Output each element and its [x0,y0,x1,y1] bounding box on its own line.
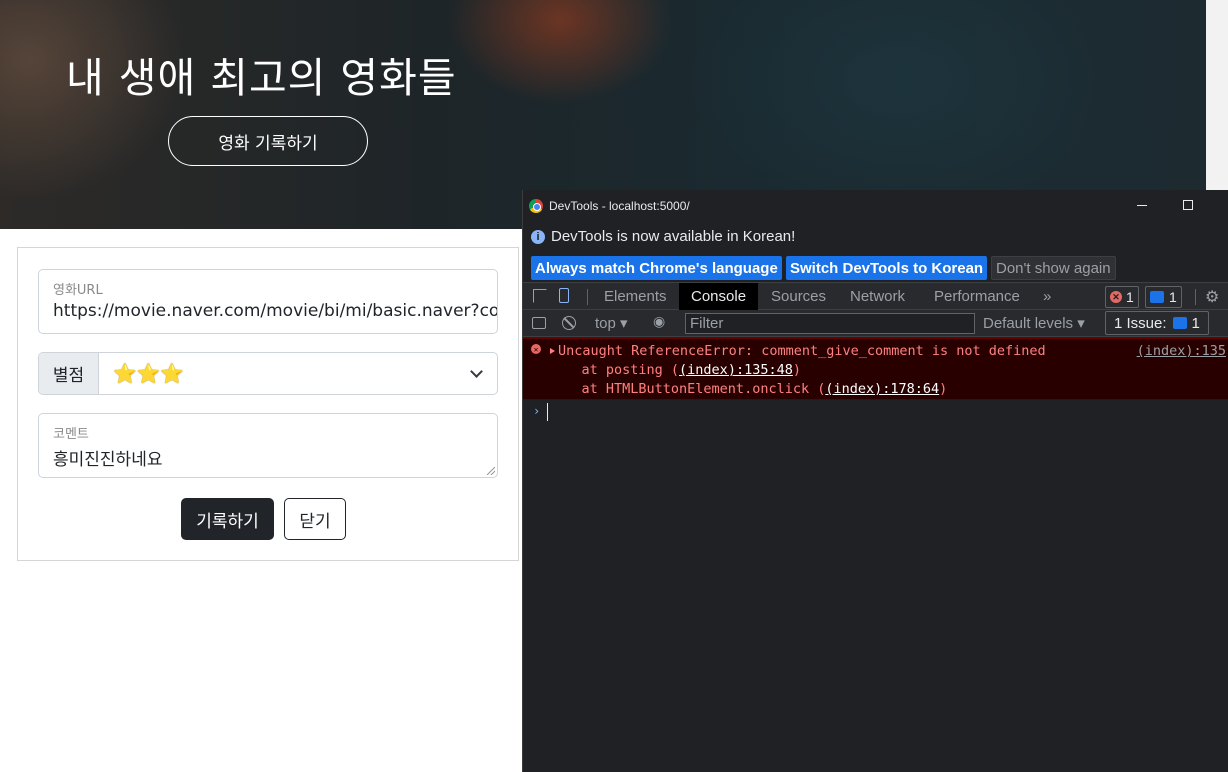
error-source-link[interactable]: (index):135 [1137,343,1226,359]
issues-count: 1 [1191,314,1200,332]
tab-elements[interactable]: Elements [604,283,667,310]
minimize-icon[interactable] [1137,205,1147,206]
issues-icon [1172,317,1187,329]
record-movie-button[interactable]: 영화 기록하기 [168,116,368,166]
console-prompt-icon: › [533,404,541,418]
close-button[interactable]: 닫기 [284,498,346,540]
gear-icon[interactable]: ⚙ [1205,287,1219,307]
more-tabs-icon[interactable]: » [1043,283,1051,310]
error-text: Uncaught ReferenceError: comment_give_co… [558,343,1046,359]
error-icon: ✕ [1110,291,1122,303]
stack-link-1[interactable]: (index):135:48 [679,362,793,378]
inspect-element-icon[interactable] [533,289,547,303]
maximize-icon[interactable] [1183,200,1193,210]
console-input[interactable] [547,403,548,421]
tab-console[interactable]: Console [679,283,759,310]
stack-line-1: at posting ((index):135:48) [549,362,801,378]
resize-grip-icon[interactable] [487,467,495,475]
console-sidebar-icon[interactable] [532,317,546,329]
chevron-down-icon [470,365,483,378]
log-levels-dropdown[interactable]: Default levels ▾ [983,314,1085,332]
eye-icon[interactable]: ◉ [653,313,665,330]
console-error-message: ✕ Uncaught ReferenceError: comment_give_… [523,338,1228,400]
message-count-badge[interactable]: 1 [1145,286,1182,308]
stack-line-2: at HTMLButtonElement.onclick ((index):17… [549,381,948,397]
info-icon: i [531,229,545,244]
rating-select[interactable]: ⭐⭐⭐ [99,353,497,394]
url-input[interactable]: https://movie.naver.com/movie/bi/mi/basi… [53,301,497,321]
divider [587,289,588,305]
console-output: ✕ Uncaught ReferenceError: comment_give_… [523,338,1228,772]
devtools-tabbar: Elements Console Sources Network Perform… [523,282,1228,310]
clear-console-icon[interactable] [562,316,576,330]
url-label: 영화URL [53,283,103,298]
info-message: DevTools is now available in Korean! [551,228,796,245]
chrome-icon [529,199,543,213]
comment-textarea[interactable]: 흥미진진하네요 [53,445,162,470]
url-field[interactable]: 영화URL https://movie.naver.com/movie/bi/m… [38,269,498,334]
dont-show-again-button[interactable]: Don't show again [991,256,1116,280]
rating-stars: ⭐⭐⭐ [113,363,184,385]
rating-label: 별점 [39,353,99,394]
movie-form-card: 영화URL https://movie.naver.com/movie/bi/m… [17,247,519,561]
tab-sources[interactable]: Sources [771,283,826,310]
error-icon: ✕ [531,344,541,354]
filter-input[interactable]: Filter [685,313,975,334]
language-infobar: i DevTools is now available in Korean! A… [523,224,1228,282]
window-title: DevTools - localhost:5000/ [549,199,690,213]
devtools-titlebar: DevTools - localhost:5000/ [523,190,1228,222]
context-selector[interactable]: top ▾ [595,314,628,332]
divider [1195,289,1196,305]
submit-button[interactable]: 기록하기 [181,498,274,540]
hero-right-strip [1206,0,1228,190]
message-count: 1 [1169,289,1177,305]
devtools-window: DevTools - localhost:5000/ i DevTools is… [522,190,1228,772]
page-title: 내 생애 최고의 영화들 [66,54,457,102]
stack-link-2[interactable]: (index):178:64 [825,381,939,397]
console-filterbar: top ▾ ◉ Filter Default levels ▾ 1 Issue:… [523,310,1228,337]
switch-korean-button[interactable]: Switch DevTools to Korean [786,256,988,280]
issues-label: 1 Issue: [1114,314,1167,332]
match-language-button[interactable]: Always match Chrome's language [531,256,782,280]
message-icon [1150,291,1164,303]
device-toolbar-icon[interactable] [559,288,569,303]
error-count-badge[interactable]: ✕ 1 [1105,286,1139,308]
expand-triangle-icon[interactable] [550,348,555,354]
comment-field[interactable]: 코멘트 흥미진진하네요 [38,413,498,478]
error-count: 1 [1126,289,1134,305]
tab-network[interactable]: Network [850,283,905,310]
info-message-row: i DevTools is now available in Korean! [531,228,795,245]
rating-select-group: 별점 ⭐⭐⭐ [38,352,498,395]
comment-label: 코멘트 [53,427,89,442]
tab-performance[interactable]: Performance [934,283,1020,310]
issues-button[interactable]: 1 Issue: 1 [1105,311,1209,335]
